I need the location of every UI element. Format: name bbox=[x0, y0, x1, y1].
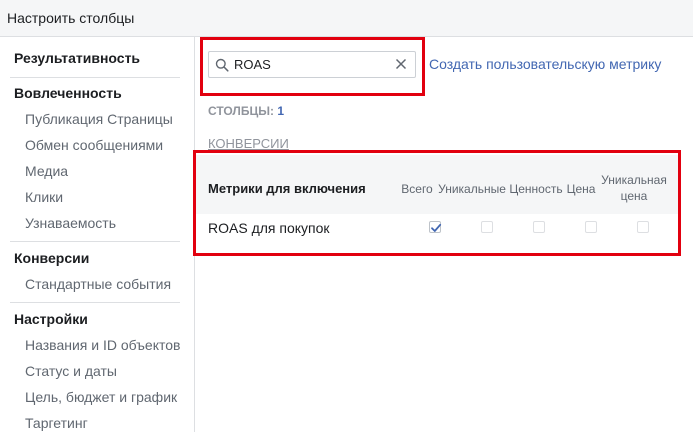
sidebar-item-standard-events[interactable]: Стандартные события bbox=[25, 276, 171, 292]
columns-count: 1 bbox=[277, 104, 285, 118]
checkbox-unique-cost[interactable] bbox=[637, 221, 649, 233]
sidebar-section-engagement[interactable]: Вовлеченность bbox=[14, 85, 122, 101]
sidebar-item-targeting[interactable]: Таргетинг bbox=[25, 415, 88, 431]
dialog-title: Настроить столбцы bbox=[7, 10, 135, 26]
column-header-total: Всего bbox=[401, 182, 433, 196]
sidebar: Результативность Вовлеченность Публикаци… bbox=[0, 37, 195, 432]
search-icon bbox=[215, 58, 229, 72]
sidebar-item-awareness[interactable]: Узнаваемость bbox=[25, 215, 116, 231]
sidebar-item-clicks[interactable]: Клики bbox=[25, 189, 63, 205]
sidebar-item-names-ids[interactable]: Названия и ID объектов bbox=[25, 337, 180, 353]
sidebar-item-media[interactable]: Медиа bbox=[25, 163, 68, 179]
sidebar-section-performance[interactable]: Результативность bbox=[14, 50, 140, 66]
checkbox-unique[interactable] bbox=[481, 221, 493, 233]
table-header: Метрики для включения Всего Уникальные Ц… bbox=[196, 155, 680, 214]
search-input[interactable] bbox=[234, 52, 384, 77]
divider bbox=[10, 302, 180, 303]
sidebar-item-page-post[interactable]: Публикация Страницы bbox=[25, 111, 173, 127]
create-custom-metric-link[interactable]: Создать пользовательскую метрику bbox=[429, 56, 661, 72]
table-row: ROAS для покупок bbox=[196, 214, 680, 243]
sidebar-item-objective-budget[interactable]: Цель, бюджет и график bbox=[25, 389, 177, 405]
column-header-unique-cost: Уникальная цена bbox=[601, 173, 667, 203]
sidebar-section-settings[interactable]: Настройки bbox=[14, 311, 88, 327]
close-icon[interactable] bbox=[394, 57, 408, 71]
category-label: КОНВЕРСИИ bbox=[208, 136, 289, 151]
main-panel: Создать пользовательскую метрику СТОЛБЦЫ… bbox=[193, 37, 693, 432]
table-title: Метрики для включения bbox=[208, 181, 366, 196]
sidebar-item-status-dates[interactable]: Статус и даты bbox=[25, 363, 117, 379]
columns-counter: СТОЛБЦЫ: 1 bbox=[208, 104, 284, 118]
divider bbox=[10, 77, 180, 78]
dialog-header: Настроить столбцы bbox=[0, 0, 693, 37]
column-header-unique: Уникальные bbox=[438, 182, 506, 196]
divider bbox=[10, 241, 180, 242]
checkbox-value[interactable] bbox=[533, 221, 545, 233]
metric-label: ROAS для покупок bbox=[208, 220, 330, 236]
column-header-cost: Цена bbox=[566, 182, 596, 196]
columns-label: СТОЛБЦЫ: bbox=[208, 104, 274, 118]
checkbox-total[interactable] bbox=[429, 221, 442, 233]
check-icon bbox=[431, 223, 442, 232]
checkbox-cost[interactable] bbox=[585, 221, 597, 233]
search-box bbox=[208, 51, 416, 78]
column-header-value: Ценность bbox=[509, 182, 563, 196]
sidebar-section-conversions[interactable]: Конверсии bbox=[14, 250, 89, 266]
sidebar-item-messaging[interactable]: Обмен сообщениями bbox=[25, 137, 163, 153]
